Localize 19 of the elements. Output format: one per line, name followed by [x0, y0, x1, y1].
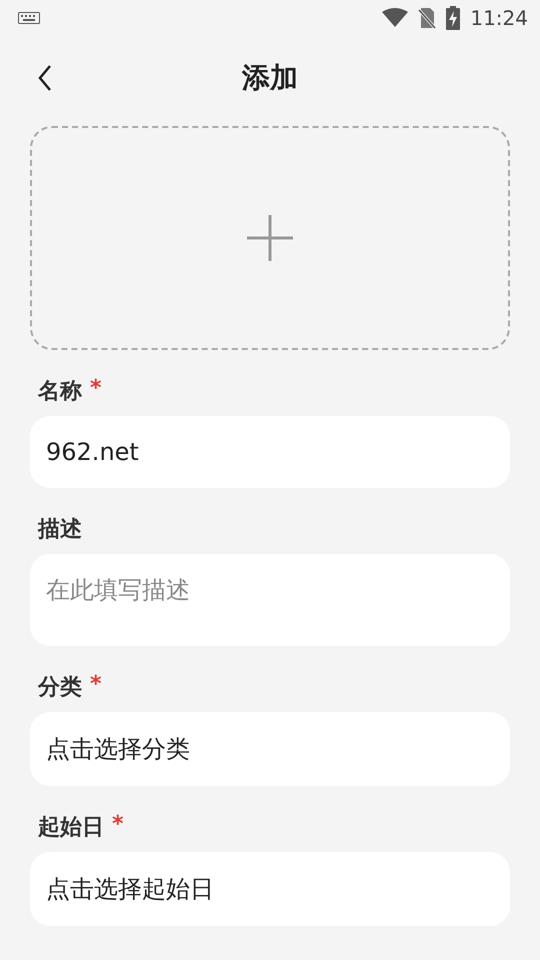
required-mark: *: [112, 812, 124, 839]
keyboard-icon: [18, 12, 40, 24]
status-time: 11:24: [470, 6, 528, 30]
field-label: 名称: [38, 378, 82, 406]
required-mark: *: [90, 376, 102, 403]
field-label: 起始日: [38, 814, 104, 842]
battery-charging-icon: [446, 6, 460, 30]
name-input[interactable]: 962.net: [30, 416, 510, 488]
plus-icon: [247, 215, 293, 261]
required-mark: *: [90, 672, 102, 699]
description-input[interactable]: 在此填写描述: [30, 554, 510, 646]
back-icon[interactable]: [37, 64, 53, 92]
wifi-icon: [382, 8, 408, 28]
no-sim-icon: [418, 7, 436, 29]
select-field[interactable]: 点击选择起始日: [30, 852, 510, 926]
field-label: 描述: [38, 516, 82, 544]
field-label: 分类: [38, 674, 82, 702]
select-field[interactable]: 点击选择分类: [30, 712, 510, 786]
page-title: 添加: [242, 60, 298, 96]
